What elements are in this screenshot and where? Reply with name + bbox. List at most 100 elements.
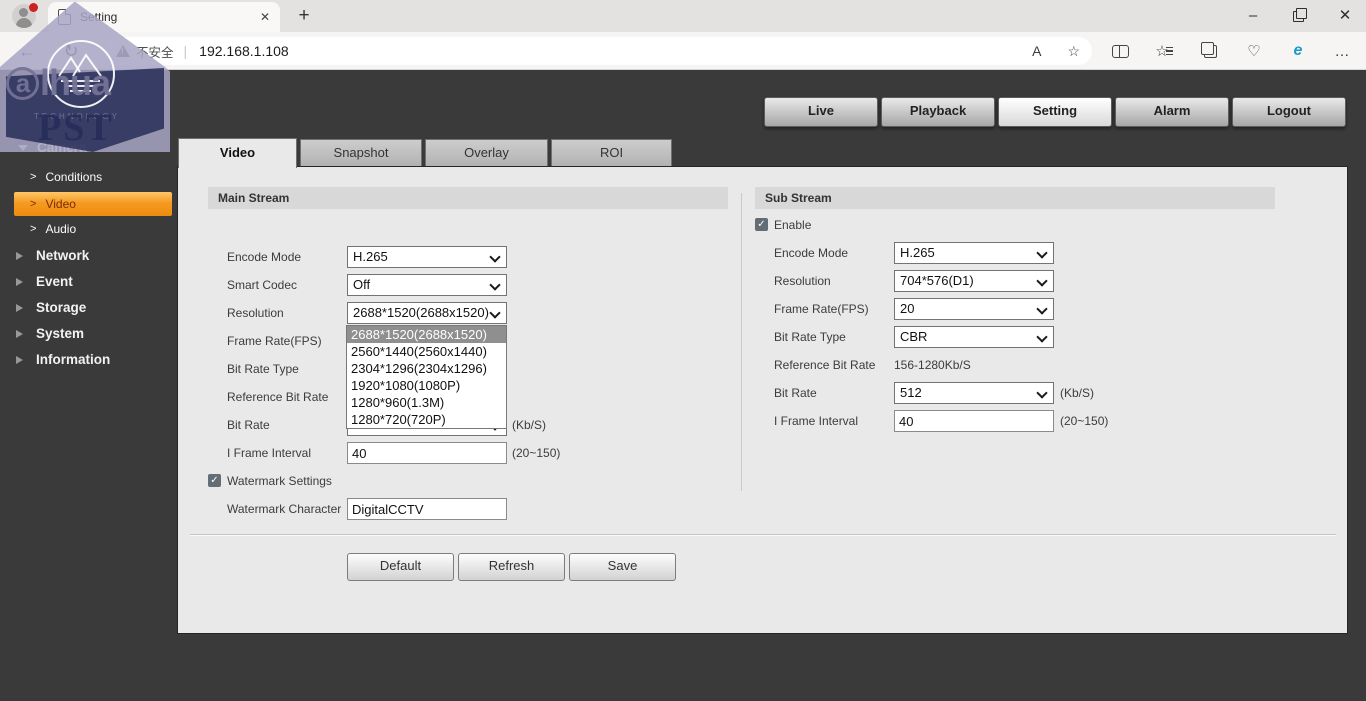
- sub-encode-mode-value: H.265: [900, 245, 935, 260]
- sub-i-frame-interval-input[interactable]: [894, 410, 1054, 432]
- resolution-value: 2688*1520(2688x1520): [353, 305, 489, 320]
- page-favicon-icon: [58, 9, 71, 25]
- resolution-select[interactable]: 2688*1520(2688x1520): [347, 302, 507, 324]
- split-screen-glyph: [1112, 45, 1129, 58]
- submenu-marker-icon: >: [30, 223, 36, 235]
- sidebar-item-conditions[interactable]: > Conditions: [30, 170, 102, 184]
- chevron-down-icon: [489, 279, 500, 290]
- watermark-settings-label: Watermark Settings: [227, 470, 332, 492]
- not-secure-warning-icon: !: [116, 45, 130, 57]
- sidebar-item-event[interactable]: Event: [16, 274, 73, 289]
- tab-roi[interactable]: ROI: [551, 139, 672, 167]
- i-frame-interval-input[interactable]: [347, 442, 507, 464]
- resolution-option[interactable]: 2560*1440(2560x1440): [347, 343, 506, 360]
- save-button[interactable]: Save: [569, 553, 676, 581]
- sub-i-frame-range: (20~150): [1060, 410, 1108, 432]
- favorites-lines-glyph: [1166, 45, 1173, 58]
- window-close-button[interactable]: ✕: [1330, 2, 1360, 30]
- default-button[interactable]: Default: [347, 553, 454, 581]
- settings-panel: Video Snapshot Overlay ROI Main Stream E…: [177, 138, 1348, 634]
- nav-playback-button[interactable]: Playback: [881, 97, 995, 127]
- resolution-option[interactable]: 2304*1296(2304x1296): [347, 360, 506, 377]
- tab-overlay[interactable]: Overlay: [425, 139, 548, 167]
- sub-bit-rate-type-select[interactable]: CBR: [894, 326, 1054, 348]
- split-screen-icon[interactable]: [1108, 39, 1132, 63]
- sidebar-item-video-active[interactable]: > Video: [14, 192, 172, 216]
- tab-snapshot[interactable]: Snapshot: [300, 139, 422, 167]
- read-aloud-icon[interactable]: A: [1032, 43, 1041, 59]
- check-icon: ✓: [210, 475, 218, 486]
- sub-resolution-label: Resolution: [774, 270, 831, 292]
- bit-rate-label: Bit Rate: [227, 414, 270, 436]
- sidebar-storage-label: Storage: [36, 300, 86, 315]
- column-divider: [741, 193, 742, 491]
- nav-alarm-button[interactable]: Alarm: [1115, 97, 1229, 127]
- encode-mode-value: H.265: [353, 249, 388, 264]
- url-text[interactable]: 192.168.1.108: [199, 43, 1006, 59]
- sub-reference-bit-rate-label: Reference Bit Rate: [774, 354, 875, 376]
- favorites-list-icon[interactable]: ☆: [1152, 39, 1176, 63]
- sub-frame-rate-select[interactable]: 20: [894, 298, 1054, 320]
- sidebar-item-camera[interactable]: Camera: [18, 140, 87, 155]
- window-maximize-button[interactable]: [1283, 2, 1313, 30]
- sidebar-item-audio[interactable]: > Audio: [30, 222, 76, 236]
- sidebar-item-system[interactable]: System: [16, 326, 84, 341]
- nav-logout-button[interactable]: Logout: [1232, 97, 1346, 127]
- resolution-option[interactable]: 1920*1080(1080P): [347, 377, 506, 394]
- collections-icon[interactable]: [1198, 39, 1222, 63]
- sidebar-conditions-label: Conditions: [45, 170, 102, 184]
- url-divider: |: [184, 43, 188, 59]
- chevron-down-icon: [1036, 387, 1047, 398]
- smart-codec-value: Off: [353, 277, 370, 292]
- sub-i-frame-interval-label: I Frame Interval: [774, 410, 858, 432]
- encode-mode-select[interactable]: H.265: [347, 246, 507, 268]
- submenu-marker-icon: >: [30, 171, 36, 183]
- tab-close-icon[interactable]: ✕: [260, 10, 270, 24]
- sub-bit-rate-type-label: Bit Rate Type: [774, 326, 846, 348]
- sub-resolution-value: 704*576(D1): [900, 273, 974, 288]
- browser-tab-strip: Setting ✕ + – ✕: [0, 0, 1366, 32]
- sidebar-audio-label: Audio: [45, 222, 76, 236]
- browser-tab[interactable]: Setting ✕: [48, 2, 280, 32]
- main-stream-header: Main Stream: [208, 187, 728, 209]
- reload-icon[interactable]: ↻: [58, 32, 84, 70]
- sub-encode-mode-select[interactable]: H.265: [894, 242, 1054, 264]
- sub-enable-checkbox[interactable]: ✓: [755, 218, 768, 231]
- back-icon[interactable]: ←: [14, 32, 40, 70]
- resolution-option[interactable]: 1280*960(1.3M): [347, 394, 506, 411]
- collections-glyph: [1204, 45, 1217, 58]
- nav-live-button[interactable]: Live: [764, 97, 878, 127]
- ie-mode-icon[interactable]: e: [1286, 39, 1310, 63]
- resolution-option[interactable]: 1280*720(720P): [347, 411, 506, 428]
- url-field[interactable]: ! 不安全 | 192.168.1.108 A ☆: [104, 37, 1092, 65]
- chevron-down-icon: [1036, 275, 1047, 286]
- more-menu-icon[interactable]: …: [1330, 39, 1354, 63]
- tab-video[interactable]: Video: [178, 138, 297, 168]
- sub-bit-rate-select[interactable]: 512: [894, 382, 1054, 404]
- watermark-character-input[interactable]: [347, 498, 507, 520]
- nav-setting-button[interactable]: Setting: [998, 97, 1112, 127]
- watermark-character-label: Watermark Character: [227, 498, 341, 520]
- window-minimize-button[interactable]: –: [1238, 2, 1268, 30]
- screen: Setting ✕ + – ✕ ← ↻ ! 不安全 | 192.168.1.10…: [0, 0, 1366, 701]
- favorite-star-icon[interactable]: ☆: [1067, 43, 1080, 60]
- sub-enable-label: Enable: [774, 214, 811, 236]
- watermark-settings-checkbox[interactable]: ✓: [208, 474, 221, 487]
- new-tab-button[interactable]: +: [292, 4, 316, 28]
- browser-essentials-icon[interactable]: ♡: [1242, 39, 1266, 63]
- sidebar-item-information[interactable]: Information: [16, 352, 110, 367]
- notification-dot: [29, 3, 38, 12]
- refresh-button[interactable]: Refresh: [458, 553, 565, 581]
- browser-tab-title: Setting: [80, 10, 251, 24]
- chevron-down-icon: [489, 251, 500, 262]
- sub-resolution-select[interactable]: 704*576(D1): [894, 270, 1054, 292]
- section-divider: [190, 534, 1336, 536]
- frame-rate-label: Frame Rate(FPS): [227, 330, 322, 352]
- sidebar-item-network[interactable]: Network: [16, 248, 89, 263]
- sidebar-item-storage[interactable]: Storage: [16, 300, 86, 315]
- chevron-down-icon: [1036, 331, 1047, 342]
- sub-frame-rate-label: Frame Rate(FPS): [774, 298, 869, 320]
- resolution-option[interactable]: 2688*1520(2688x1520): [347, 326, 506, 343]
- warning-exclamation: !: [121, 47, 124, 56]
- smart-codec-select[interactable]: Off: [347, 274, 507, 296]
